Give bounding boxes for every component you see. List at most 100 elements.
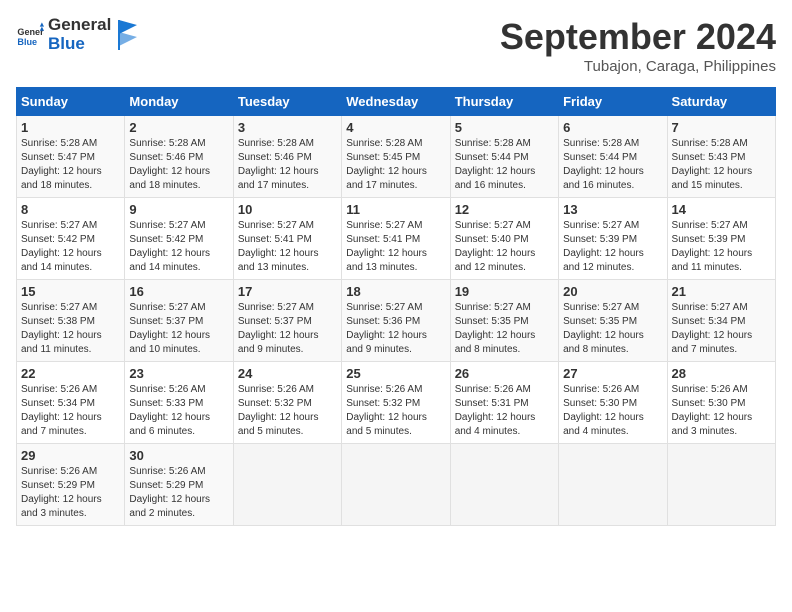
day-info: Sunrise: 5:28 AMSunset: 5:44 PMDaylight:… bbox=[455, 137, 554, 193]
table-row: 6 Sunrise: 5:28 AMSunset: 5:44 PMDaylight… bbox=[559, 116, 667, 198]
day-number: 12 bbox=[455, 202, 554, 217]
table-row: 1Sunrise: 5:28 AMSunset: 5:47 PMDaylight… bbox=[17, 116, 125, 198]
table-row: 19 Sunrise: 5:27 AMSunset: 5:35 PMDayligh… bbox=[450, 280, 558, 362]
day-number: 21 bbox=[672, 284, 771, 299]
day-number: 1 bbox=[21, 120, 120, 135]
table-row: 13 Sunrise: 5:27 AMSunset: 5:39 PMDayligh… bbox=[559, 198, 667, 280]
day-info: Sunrise: 5:27 AMSunset: 5:36 PMDaylight:… bbox=[346, 301, 445, 357]
day-number: 17 bbox=[238, 284, 337, 299]
calendar-row-1: 1Sunrise: 5:28 AMSunset: 5:47 PMDaylight… bbox=[17, 116, 776, 198]
day-number: 4 bbox=[346, 120, 445, 135]
calendar-row-2: 8 Sunrise: 5:27 AMSunset: 5:42 PMDaylight… bbox=[17, 198, 776, 280]
table-row: 5 Sunrise: 5:28 AMSunset: 5:44 PMDaylight… bbox=[450, 116, 558, 198]
day-number: 13 bbox=[563, 202, 662, 217]
day-number: 19 bbox=[455, 284, 554, 299]
day-info: Sunrise: 5:27 AMSunset: 5:34 PMDaylight:… bbox=[672, 301, 771, 357]
calendar-row-5: 29Sunrise: 5:26 AMSunset: 5:29 PMDayligh… bbox=[17, 444, 776, 526]
table-row bbox=[559, 444, 667, 526]
day-info: Sunrise: 5:27 AMSunset: 5:35 PMDaylight:… bbox=[563, 301, 662, 357]
calendar-row-3: 15 Sunrise: 5:27 AMSunset: 5:38 PMDayligh… bbox=[17, 280, 776, 362]
col-monday: Monday bbox=[125, 88, 233, 116]
table-row: 26 Sunrise: 5:26 AMSunset: 5:31 PMDayligh… bbox=[450, 362, 558, 444]
col-tuesday: Tuesday bbox=[233, 88, 341, 116]
table-row bbox=[342, 444, 450, 526]
col-wednesday: Wednesday bbox=[342, 88, 450, 116]
table-row: 3 Sunrise: 5:28 AMSunset: 5:46 PMDaylight… bbox=[233, 116, 341, 198]
location-title: Tubajon, Caraga, Philippines bbox=[500, 58, 776, 75]
table-row: 29Sunrise: 5:26 AMSunset: 5:29 PMDayligh… bbox=[17, 444, 125, 526]
day-info: Sunrise: 5:28 AMSunset: 5:44 PMDaylight:… bbox=[563, 137, 662, 193]
col-saturday: Saturday bbox=[667, 88, 775, 116]
table-row bbox=[450, 444, 558, 526]
table-row: 24 Sunrise: 5:26 AMSunset: 5:32 PMDayligh… bbox=[233, 362, 341, 444]
day-number: 24 bbox=[238, 366, 337, 381]
day-info: Sunrise: 5:26 AMSunset: 5:31 PMDaylight:… bbox=[455, 383, 554, 439]
day-info: Sunrise: 5:27 AMSunset: 5:40 PMDaylight:… bbox=[455, 219, 554, 275]
day-number: 23 bbox=[129, 366, 228, 381]
day-info: Sunrise: 5:28 AMSunset: 5:43 PMDaylight:… bbox=[672, 137, 771, 193]
day-number: 3 bbox=[238, 120, 337, 135]
day-number: 6 bbox=[563, 120, 662, 135]
table-row: 30Sunrise: 5:26 AMSunset: 5:29 PMDayligh… bbox=[125, 444, 233, 526]
day-info: Sunrise: 5:27 AMSunset: 5:41 PMDaylight:… bbox=[238, 219, 337, 275]
table-row: 9 Sunrise: 5:27 AMSunset: 5:42 PMDaylight… bbox=[125, 198, 233, 280]
logo-flag-icon bbox=[115, 20, 137, 50]
table-row: 4Sunrise: 5:28 AMSunset: 5:45 PMDaylight… bbox=[342, 116, 450, 198]
day-number: 15 bbox=[21, 284, 120, 299]
table-row: 28 Sunrise: 5:26 AMSunset: 5:30 PMDayligh… bbox=[667, 362, 775, 444]
header: General Blue General Blue September 2024… bbox=[16, 16, 776, 75]
day-info: Sunrise: 5:28 AMSunset: 5:46 PMDaylight:… bbox=[238, 137, 337, 193]
day-number: 20 bbox=[563, 284, 662, 299]
table-row: 25 Sunrise: 5:26 AMSunset: 5:32 PMDayligh… bbox=[342, 362, 450, 444]
day-number: 30 bbox=[129, 448, 228, 463]
day-number: 11 bbox=[346, 202, 445, 217]
table-row: 12 Sunrise: 5:27 AMSunset: 5:40 PMDayligh… bbox=[450, 198, 558, 280]
day-info: Sunrise: 5:27 AMSunset: 5:38 PMDaylight:… bbox=[21, 301, 120, 357]
table-row: 22Sunrise: 5:26 AMSunset: 5:34 PMDayligh… bbox=[17, 362, 125, 444]
day-info: Sunrise: 5:27 AMSunset: 5:41 PMDaylight:… bbox=[346, 219, 445, 275]
day-number: 27 bbox=[563, 366, 662, 381]
table-row: 18 Sunrise: 5:27 AMSunset: 5:36 PMDayligh… bbox=[342, 280, 450, 362]
day-info: Sunrise: 5:27 AMSunset: 5:35 PMDaylight:… bbox=[455, 301, 554, 357]
day-number: 18 bbox=[346, 284, 445, 299]
day-info: Sunrise: 5:27 AMSunset: 5:39 PMDaylight:… bbox=[672, 219, 771, 275]
logo-general-text: General bbox=[48, 16, 111, 35]
table-row: 16Sunrise: 5:27 AMSunset: 5:37 PMDayligh… bbox=[125, 280, 233, 362]
day-number: 29 bbox=[21, 448, 120, 463]
day-number: 8 bbox=[21, 202, 120, 217]
day-number: 25 bbox=[346, 366, 445, 381]
calendar-table: Sunday Monday Tuesday Wednesday Thursday… bbox=[16, 87, 776, 526]
day-number: 7 bbox=[672, 120, 771, 135]
day-info: Sunrise: 5:26 AMSunset: 5:32 PMDaylight:… bbox=[346, 383, 445, 439]
table-row: 27Sunrise: 5:26 AMSunset: 5:30 PMDayligh… bbox=[559, 362, 667, 444]
table-row bbox=[233, 444, 341, 526]
table-row: 7 Sunrise: 5:28 AMSunset: 5:43 PMDaylight… bbox=[667, 116, 775, 198]
day-number: 5 bbox=[455, 120, 554, 135]
table-row: 21 Sunrise: 5:27 AMSunset: 5:34 PMDayligh… bbox=[667, 280, 775, 362]
month-title: September 2024 bbox=[500, 16, 776, 58]
table-row bbox=[667, 444, 775, 526]
table-row: 23 Sunrise: 5:26 AMSunset: 5:33 PMDayligh… bbox=[125, 362, 233, 444]
day-info: Sunrise: 5:27 AMSunset: 5:37 PMDaylight:… bbox=[129, 301, 228, 357]
logo: General Blue General Blue bbox=[16, 16, 137, 53]
table-row: 11 Sunrise: 5:27 AMSunset: 5:41 PMDayligh… bbox=[342, 198, 450, 280]
day-number: 26 bbox=[455, 366, 554, 381]
day-info: Sunrise: 5:26 AMSunset: 5:33 PMDaylight:… bbox=[129, 383, 228, 439]
day-number: 14 bbox=[672, 202, 771, 217]
col-friday: Friday bbox=[559, 88, 667, 116]
calendar-row-4: 22Sunrise: 5:26 AMSunset: 5:34 PMDayligh… bbox=[17, 362, 776, 444]
table-row: 14 Sunrise: 5:27 AMSunset: 5:39 PMDayligh… bbox=[667, 198, 775, 280]
day-number: 9 bbox=[129, 202, 228, 217]
day-info: Sunrise: 5:27 AMSunset: 5:42 PMDaylight:… bbox=[129, 219, 228, 275]
day-info: Sunrise: 5:27 AMSunset: 5:37 PMDaylight:… bbox=[238, 301, 337, 357]
day-info: Sunrise: 5:27 AMSunset: 5:42 PMDaylight:… bbox=[21, 219, 120, 275]
day-number: 2 bbox=[129, 120, 228, 135]
day-info: Sunrise: 5:26 AMSunset: 5:32 PMDaylight:… bbox=[238, 383, 337, 439]
day-info: Sunrise: 5:26 AMSunset: 5:30 PMDaylight:… bbox=[672, 383, 771, 439]
svg-text:Blue: Blue bbox=[17, 36, 37, 46]
day-number: 28 bbox=[672, 366, 771, 381]
day-info: Sunrise: 5:27 AMSunset: 5:39 PMDaylight:… bbox=[563, 219, 662, 275]
day-number: 22 bbox=[21, 366, 120, 381]
calendar-header-row: Sunday Monday Tuesday Wednesday Thursday… bbox=[17, 88, 776, 116]
title-area: September 2024 Tubajon, Caraga, Philippi… bbox=[500, 16, 776, 75]
